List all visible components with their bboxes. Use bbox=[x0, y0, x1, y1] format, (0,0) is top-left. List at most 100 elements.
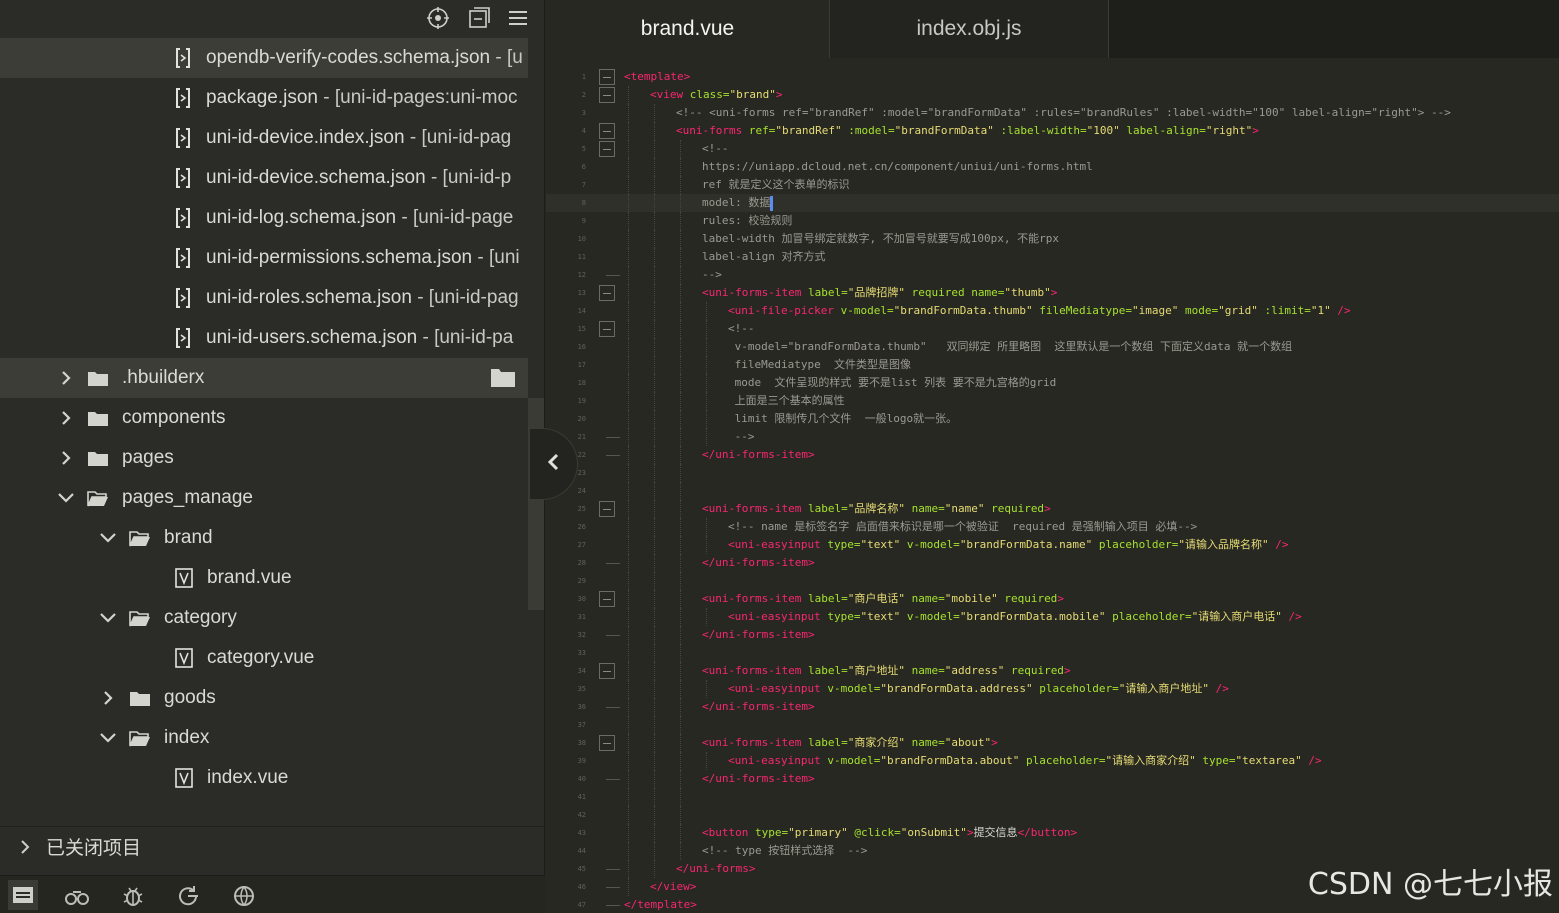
tree-folder-10[interactable]: pages bbox=[0, 438, 528, 478]
tree-file-4[interactable]: uni-id-log.schema.json - [uni-id-page bbox=[0, 198, 528, 238]
chevron-right-icon[interactable] bbox=[56, 408, 76, 428]
code-line[interactable]: 34 <uni-forms-item label="商户地址" name="add… bbox=[546, 662, 1559, 680]
code-line[interactable]: 12 --> bbox=[546, 266, 1559, 284]
code-line[interactable]: 4 <uni-forms ref="brandRef" :model="brand… bbox=[546, 122, 1559, 140]
tree-file-0[interactable]: opendb-verify-codes.schema.json - [u bbox=[0, 38, 528, 78]
code-line[interactable]: 1 <template> bbox=[546, 68, 1559, 86]
code-line[interactable]: 28 </uni-forms-item> bbox=[546, 554, 1559, 572]
chevron-right-icon[interactable] bbox=[98, 688, 118, 708]
project-manager-icon[interactable] bbox=[8, 880, 38, 910]
fold-toggle-icon[interactable] bbox=[599, 591, 615, 607]
chevron-down-icon[interactable] bbox=[98, 528, 118, 548]
code-line[interactable]: 36 </uni-forms-item> bbox=[546, 698, 1559, 716]
code-line[interactable]: 44 <!-- type 按钮样式选择 --> bbox=[546, 842, 1559, 860]
tree-folder-16[interactable]: goods bbox=[0, 678, 528, 718]
browser-icon[interactable] bbox=[232, 884, 258, 908]
chevron-right-icon[interactable] bbox=[56, 368, 76, 388]
code-line[interactable]: 37 bbox=[546, 716, 1559, 734]
indent-guide bbox=[706, 338, 707, 356]
code-token: "品牌名称" bbox=[847, 502, 912, 515]
code-line[interactable]: 26 <!-- name 是标签名字 启面借来标识是哪一个被验证 required… bbox=[546, 518, 1559, 536]
code-line[interactable]: 17 fileMediatype 文件类型是图像 bbox=[546, 356, 1559, 374]
fold-end-marker bbox=[606, 869, 620, 870]
tree-file-15[interactable]: category.vue bbox=[0, 638, 528, 678]
locate-icon[interactable] bbox=[424, 4, 452, 32]
code-line[interactable]: 40 </uni-forms-item> bbox=[546, 770, 1559, 788]
code-line[interactable]: 24 bbox=[546, 482, 1559, 500]
code-line[interactable]: 30 <uni-forms-item label="商户电话" name="mob… bbox=[546, 590, 1559, 608]
tree-folder-17[interactable]: index bbox=[0, 718, 528, 758]
code-line[interactable]: 31 <uni-easyinput type="text" v-model="br… bbox=[546, 608, 1559, 626]
tree-file-1[interactable]: package.json - [uni-id-pages:uni-moc bbox=[0, 78, 528, 118]
fold-toggle-icon[interactable] bbox=[599, 69, 615, 85]
code-line[interactable]: 23 bbox=[546, 464, 1559, 482]
tree-file-2[interactable]: uni-id-device.index.json - [uni-id-pag bbox=[0, 118, 528, 158]
code-area[interactable]: 1 <template> 2 <view class="brand"> 3 <!-- <u… bbox=[546, 68, 1559, 913]
code-line[interactable]: 3 <!-- <uni-forms ref="brandRef" :model="… bbox=[546, 104, 1559, 122]
collapse-all-icon[interactable] bbox=[465, 4, 493, 32]
tab-index-obj-js[interactable]: index.obj.js bbox=[829, 0, 1109, 58]
code-line[interactable]: 19 上面是三个基本的属性 bbox=[546, 392, 1559, 410]
tree-file-3[interactable]: uni-id-device.schema.json - [uni-id-p bbox=[0, 158, 528, 198]
open-folder-icon[interactable] bbox=[490, 366, 516, 394]
code-line[interactable]: 8 model: 数据 bbox=[546, 194, 1559, 212]
code-line[interactable]: 20 limit 限制传几个文件 一般logo就一张。 bbox=[546, 410, 1559, 428]
code-line[interactable]: 25 <uni-forms-item label="品牌名称" name="nam… bbox=[546, 500, 1559, 518]
closed-projects-section[interactable]: 已关闭项目 bbox=[0, 826, 545, 866]
tree-folder-9[interactable]: components bbox=[0, 398, 528, 438]
fold-toggle-icon[interactable] bbox=[599, 123, 615, 139]
code-line[interactable]: 18 mode 文件呈现的样式 要不是list 列表 要不是九宫格的grid bbox=[546, 374, 1559, 392]
code-line[interactable]: 22 </uni-forms-item> bbox=[546, 446, 1559, 464]
code-line[interactable]: 27 <uni-easyinput type="text" v-model="br… bbox=[546, 536, 1559, 554]
code-line[interactable]: 13 <uni-forms-item label="品牌招牌" required … bbox=[546, 284, 1559, 302]
code-line[interactable]: 10 label-width 加冒号绑定就数字, 不加冒号就要写成100px, 不… bbox=[546, 230, 1559, 248]
chevron-down-icon[interactable] bbox=[98, 608, 118, 628]
code-line[interactable]: 32 </uni-forms-item> bbox=[546, 626, 1559, 644]
tree-folder-11[interactable]: pages_manage bbox=[0, 478, 528, 518]
code-line[interactable]: 5 <!-- bbox=[546, 140, 1559, 158]
code-token: "brandFormData.about" bbox=[880, 754, 1027, 767]
code-line[interactable]: 43 <button type="primary" @click="onSubmi… bbox=[546, 824, 1559, 842]
code-line[interactable]: 33 bbox=[546, 644, 1559, 662]
code-line[interactable]: 41 bbox=[546, 788, 1559, 806]
fold-end-marker bbox=[606, 707, 620, 708]
tree-file-7[interactable]: uni-id-users.schema.json - [uni-id-pa bbox=[0, 318, 528, 358]
fold-toggle-icon[interactable] bbox=[599, 663, 615, 679]
code-line[interactable]: 9 rules: 校验规则 bbox=[546, 212, 1559, 230]
code-line[interactable]: 16 v-model="brandFormData.thumb" 双同绑定 所里… bbox=[546, 338, 1559, 356]
refresh-run-icon[interactable] bbox=[176, 884, 202, 908]
code-line[interactable]: 42 bbox=[546, 806, 1559, 824]
code-line[interactable]: 35 <uni-easyinput v-model="brandFormData.… bbox=[546, 680, 1559, 698]
tree-file-13[interactable]: brand.vue bbox=[0, 558, 528, 598]
fold-toggle-icon[interactable] bbox=[599, 321, 615, 337]
fold-toggle-icon[interactable] bbox=[599, 87, 615, 103]
debug-icon[interactable] bbox=[120, 884, 146, 908]
code-line[interactable]: 14 <uni-file-picker v-model="brandFormDat… bbox=[546, 302, 1559, 320]
code-line[interactable]: 21 --> bbox=[546, 428, 1559, 446]
code-line[interactable]: 29 bbox=[546, 572, 1559, 590]
code-line[interactable]: 7 ref 就是定义这个表单的标识 bbox=[546, 176, 1559, 194]
chevron-right-icon[interactable] bbox=[56, 448, 76, 468]
code-line[interactable]: 39 <uni-easyinput v-model="brandFormData.… bbox=[546, 752, 1559, 770]
fold-toggle-icon[interactable] bbox=[599, 735, 615, 751]
tree-folder-12[interactable]: brand bbox=[0, 518, 528, 558]
code-line[interactable]: 11 label-align 对齐方式 bbox=[546, 248, 1559, 266]
fold-toggle-icon[interactable] bbox=[599, 501, 615, 517]
chevron-down-icon[interactable] bbox=[56, 488, 76, 508]
code-line[interactable]: 2 <view class="brand"> bbox=[546, 86, 1559, 104]
code-line[interactable]: 6 https://uniapp.dcloud.net.cn/component/… bbox=[546, 158, 1559, 176]
search-icon[interactable] bbox=[64, 884, 90, 908]
fold-toggle-icon[interactable] bbox=[599, 285, 615, 301]
tree-folder-8[interactable]: .hbuilderx bbox=[0, 358, 528, 398]
tab-brand-vue[interactable]: brand.vue bbox=[546, 0, 829, 58]
tree-file-5[interactable]: uni-id-permissions.schema.json - [uni bbox=[0, 238, 528, 278]
indent-guide bbox=[654, 338, 655, 356]
code-line[interactable]: 15 <!-- bbox=[546, 320, 1559, 338]
menu-icon[interactable] bbox=[504, 4, 532, 32]
tree-file-6[interactable]: uni-id-roles.schema.json - [uni-id-pag bbox=[0, 278, 528, 318]
tree-file-18[interactable]: index.vue bbox=[0, 758, 528, 798]
chevron-down-icon[interactable] bbox=[98, 728, 118, 748]
fold-toggle-icon[interactable] bbox=[599, 141, 615, 157]
tree-folder-14[interactable]: category bbox=[0, 598, 528, 638]
code-line[interactable]: 38 <uni-forms-item label="商家介绍" name="abo… bbox=[546, 734, 1559, 752]
